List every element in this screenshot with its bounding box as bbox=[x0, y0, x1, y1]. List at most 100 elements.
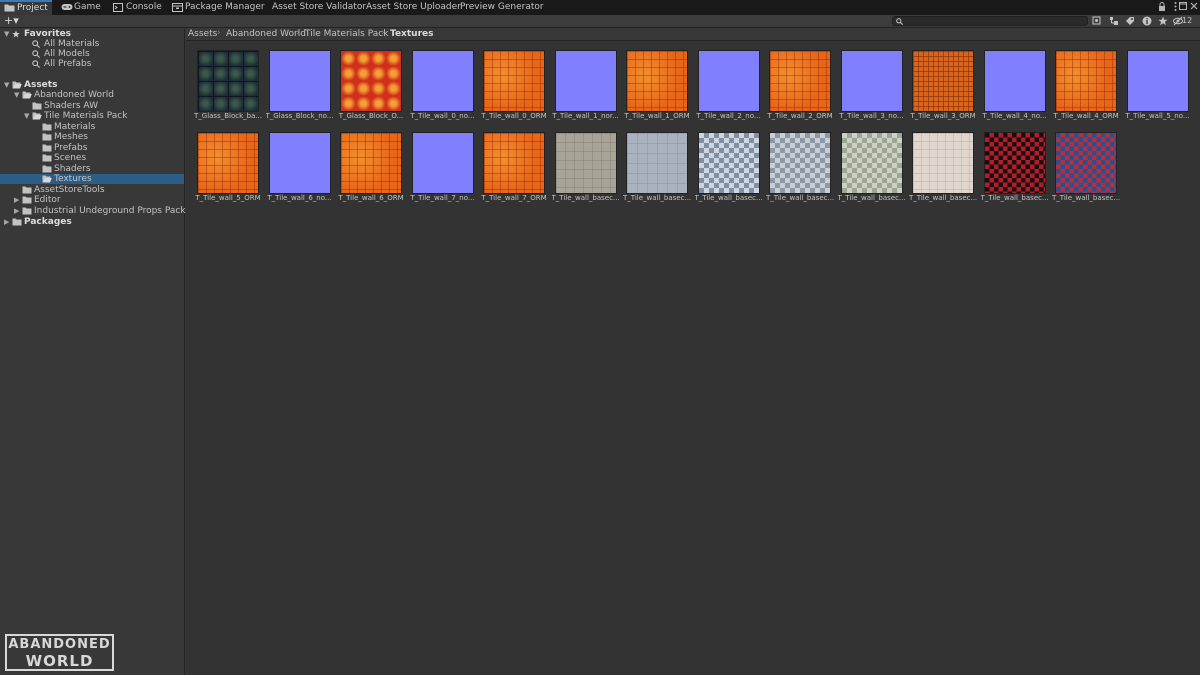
asset-tile[interactable]: T_Tile_wall_3_ORM bbox=[910, 50, 976, 120]
search-by-type-icon[interactable] bbox=[1092, 16, 1102, 26]
tree-item-packages[interactable]: ▶ Packages bbox=[0, 217, 184, 227]
texture-thumbnail bbox=[840, 50, 903, 112]
asset-tile[interactable]: T_Tile_wall_basec... bbox=[623, 132, 691, 202]
asset-tile[interactable]: T_Tile_wall_6_no... bbox=[267, 132, 332, 202]
maximize-icon[interactable] bbox=[1178, 2, 1188, 12]
asset-tile[interactable]: T_Tile_wall_2_ORM bbox=[767, 50, 833, 120]
tree-item-favorites[interactable]: ▼ Favorites bbox=[0, 29, 184, 39]
tree-item-label: All Prefabs bbox=[44, 59, 92, 69]
tab-label: Preview Generator bbox=[460, 2, 544, 12]
asset-tile[interactable]: T_Glass_Block_O... bbox=[338, 50, 404, 120]
texture-thumbnail bbox=[983, 50, 1046, 112]
texture-thumbnail bbox=[197, 50, 259, 112]
expand-arrow-icon[interactable]: ▼ bbox=[14, 90, 22, 100]
asset-tile[interactable]: T_Tile_wall_4_ORM bbox=[1053, 50, 1119, 120]
package-icon bbox=[172, 3, 183, 12]
asset-tile[interactable]: T_Tile_wall_7_no... bbox=[410, 132, 475, 202]
tab-game[interactable]: Game bbox=[57, 0, 101, 15]
asset-tile[interactable]: T_Tile_wall_6_ORM bbox=[338, 132, 404, 202]
texture-thumbnail bbox=[769, 50, 831, 112]
breadcrumb: Assets › Abandoned World › Tile Materials Pa… bbox=[186, 28, 1200, 41]
asset-tile[interactable]: T_Tile_wall_1_ORM bbox=[624, 50, 690, 120]
tree-item-editor[interactable]: ▶ Editor bbox=[0, 195, 184, 205]
tab-project[interactable]: Project bbox=[0, 0, 52, 15]
breadcrumb-item[interactable]: Tile Materials Pack bbox=[305, 29, 388, 39]
expand-arrow-icon[interactable]: ▼ bbox=[4, 80, 12, 90]
breadcrumb-item[interactable]: Textures bbox=[390, 29, 433, 39]
gamepad-icon bbox=[61, 4, 73, 10]
asset-tile[interactable]: T_Tile_wall_basec... bbox=[766, 132, 834, 202]
texture-thumbnail bbox=[912, 132, 974, 194]
asset-tile[interactable]: T_Tile_wall_0_no... bbox=[410, 50, 475, 120]
tree-item-label: Favorites bbox=[24, 29, 72, 39]
tab-label: Package Manager bbox=[185, 2, 265, 12]
tree-item-meshes[interactable]: Meshes bbox=[0, 132, 184, 142]
tree-item-scenes[interactable]: Scenes bbox=[0, 153, 184, 163]
asset-tile[interactable]: T_Glass_Block_no... bbox=[266, 50, 333, 120]
breadcrumb-item[interactable]: Assets bbox=[188, 29, 217, 39]
close-icon[interactable] bbox=[1189, 2, 1199, 12]
lock-icon[interactable] bbox=[1157, 2, 1167, 12]
breadcrumb-item[interactable]: Abandoned World bbox=[226, 29, 306, 39]
tree-item-shaders-aw[interactable]: Shaders AW bbox=[0, 101, 184, 111]
asset-tile[interactable]: T_Tile_wall_0_ORM bbox=[481, 50, 547, 120]
create-dropdown-button[interactable]: +▾ bbox=[4, 14, 24, 27]
tree-item-all-materials[interactable]: All Materials bbox=[0, 39, 184, 49]
texture-thumbnail bbox=[411, 50, 474, 112]
search-input[interactable] bbox=[892, 16, 1088, 26]
texture-thumbnail bbox=[268, 132, 331, 194]
asset-tile[interactable]: T_Tile_wall_basec... bbox=[694, 132, 763, 202]
tab-package-manager[interactable]: Package Manager bbox=[168, 0, 265, 15]
tree-item-label: Meshes bbox=[54, 132, 88, 142]
asset-tile[interactable]: T_Tile_wall_3_no... bbox=[839, 50, 904, 120]
asset-tile[interactable]: T_Tile_wall_basec... bbox=[838, 132, 906, 202]
tag-icon[interactable] bbox=[1125, 16, 1135, 26]
tree-item-industrial-undeground-props-pack[interactable]: ▶ Industrial Undeground Props Pack bbox=[0, 206, 186, 216]
tree-item-prefabs[interactable]: Prefabs bbox=[0, 143, 184, 153]
asset-tile[interactable]: T_Tile_wall_2_no... bbox=[696, 50, 761, 120]
tree-item-assetstoretools[interactable]: AssetStoreTools bbox=[0, 185, 184, 195]
asset-label: T_Tile_wall_7_no... bbox=[410, 194, 475, 202]
console-icon bbox=[113, 3, 123, 12]
tree-item-assets[interactable]: ▼ Assets bbox=[0, 80, 184, 90]
tree-item-label: Industrial Undeground Props Pack bbox=[34, 206, 186, 216]
tab-preview-generator[interactable]: Preview Generator bbox=[452, 0, 544, 15]
collapse-arrow-icon[interactable]: ▶ bbox=[14, 206, 22, 216]
asset-tile[interactable]: T_Tile_wall_4_no... bbox=[982, 50, 1047, 120]
asset-tile[interactable]: T_Tile_wall_5_ORM bbox=[195, 132, 261, 202]
asset-tile[interactable]: T_Tile_wall_1_nor... bbox=[552, 50, 619, 120]
tree-item-all-models[interactable]: All Models bbox=[0, 49, 184, 59]
breadcrumb-separator-icon: › bbox=[381, 28, 385, 38]
asset-label: T_Tile_wall_basec... bbox=[694, 194, 763, 202]
tree-item-tile-materials-pack[interactable]: ▼ Tile Materials Pack bbox=[0, 111, 184, 121]
tab-asset-store-validator[interactable]: Asset Store Validator bbox=[264, 0, 366, 15]
tree-item-shaders[interactable]: Shaders bbox=[0, 164, 184, 174]
asset-tile[interactable]: T_Tile_wall_basec... bbox=[909, 132, 977, 202]
asset-tile[interactable]: T_Glass_Block_ba... bbox=[194, 50, 262, 120]
tree-item-all-prefabs[interactable]: All Prefabs bbox=[0, 59, 184, 69]
tree-item-label: Materials bbox=[54, 122, 96, 132]
tab-console[interactable]: Console bbox=[109, 0, 162, 15]
collapse-arrow-icon[interactable]: ▶ bbox=[4, 217, 12, 227]
asset-tile[interactable]: T_Tile_wall_basec... bbox=[1052, 132, 1120, 202]
texture-thumbnail bbox=[483, 50, 545, 112]
expand-arrow-icon[interactable]: ▼ bbox=[4, 29, 12, 39]
asset-tile[interactable]: T_Tile_wall_5_no... bbox=[1125, 50, 1190, 120]
tree-item-textures[interactable]: Textures bbox=[0, 174, 184, 184]
asset-tile[interactable]: T_Tile_wall_basec... bbox=[981, 132, 1049, 202]
favorite-star-icon[interactable] bbox=[1158, 16, 1168, 26]
asset-label: T_Glass_Block_O... bbox=[338, 112, 404, 120]
tree-item-abandoned-world[interactable]: ▼ Abandoned World bbox=[0, 90, 184, 100]
asset-tile[interactable]: T_Tile_wall_basec... bbox=[552, 132, 620, 202]
tab-label: Asset Store Uploader bbox=[366, 2, 461, 12]
asset-tile[interactable]: T_Tile_wall_7_ORM bbox=[481, 132, 547, 202]
info-icon[interactable] bbox=[1142, 16, 1152, 26]
asset-label: T_Tile_wall_basec... bbox=[623, 194, 691, 202]
tab-asset-store-uploader[interactable]: Asset Store Uploader bbox=[358, 0, 461, 15]
expand-arrow-icon[interactable]: ▼ bbox=[24, 111, 32, 121]
collapse-arrow-icon[interactable]: ▶ bbox=[14, 195, 22, 205]
tree-item-label: All Materials bbox=[44, 39, 100, 49]
search-by-label-icon[interactable] bbox=[1109, 16, 1119, 26]
tree-item-materials[interactable]: Materials bbox=[0, 122, 184, 132]
texture-thumbnail bbox=[1126, 50, 1189, 112]
